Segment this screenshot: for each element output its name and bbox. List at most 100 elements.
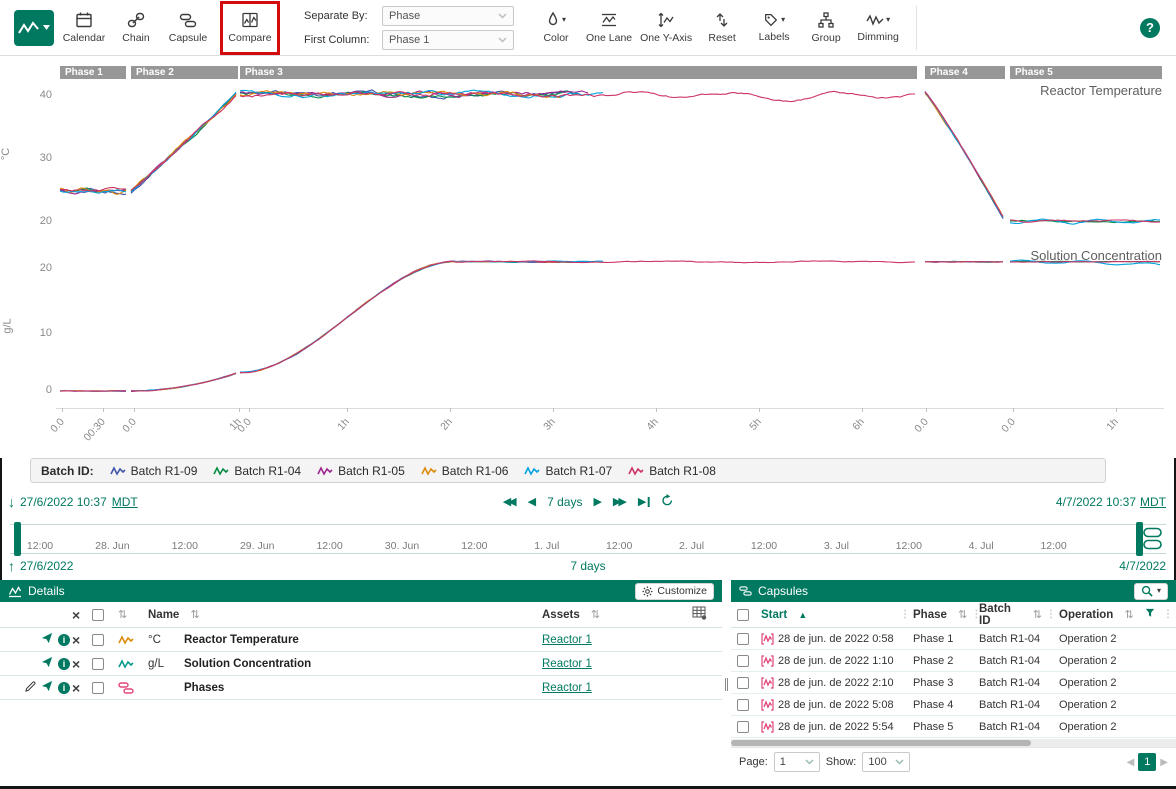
page-select[interactable]: 1 [774,752,820,772]
step-back-full-icon[interactable]: ◀◀ [503,497,514,508]
table-row[interactable]: i×°CReactor TemperatureReactor 1 [0,628,722,652]
legend-item[interactable]: Batch R1-04 [213,464,301,478]
item-unit: °C [148,634,184,646]
row-checkbox[interactable] [92,634,104,646]
one-y-axis-button[interactable]: One Y-Axis [640,5,692,51]
sort-icon[interactable]: ⇅ [1033,608,1042,621]
display-range-start[interactable]: 27/6/2022 10:37 [20,495,107,509]
sort-icon[interactable]: ⇅ [591,608,600,621]
remove-item-button[interactable]: × [72,681,80,695]
info-icon[interactable]: i [58,658,70,670]
color-button[interactable]: ▾ Color [534,5,578,51]
capsule-row[interactable]: 28 de jun. de 2022 5:08Phase 4Batch R1-0… [731,694,1176,716]
one-lane-button[interactable]: One Lane [586,5,632,51]
asset-link[interactable]: Reactor 1 [542,634,592,646]
asset-link[interactable]: Reactor 1 [542,658,592,670]
step-back-icon[interactable]: ◀ [528,497,536,508]
timeline-right-handle[interactable] [1136,522,1143,556]
show-select[interactable]: 100 [862,752,909,772]
filter-icon[interactable] [1145,608,1155,621]
labels-button[interactable]: ▾ Labels [752,5,796,51]
duration-label[interactable]: 7 days [547,495,582,509]
capsule-row[interactable]: 28 de jun. de 2022 5:54Phase 5Batch R1-0… [731,716,1176,738]
zoom-capsules-button[interactable]: ▾ [1134,583,1168,600]
customize-button[interactable]: Customize [635,583,714,600]
capsule-checkbox[interactable] [737,677,749,689]
display-range-end[interactable]: 4/7/2022 10:37 [1056,495,1136,509]
table-row[interactable]: i×g/LSolution ConcentrationReactor 1 [0,652,722,676]
first-column-dropdown[interactable]: Phase 1 [382,30,514,50]
scrollbar-thumb[interactable] [731,740,1031,746]
edit-icon[interactable] [25,681,36,695]
capsule-checkbox[interactable] [737,721,749,733]
select-all-capsules-checkbox[interactable] [737,609,749,621]
capsule-checkbox[interactable] [737,699,749,711]
calendar-button[interactable]: Calendar [62,5,106,51]
capsule-row[interactable]: 28 de jun. de 2022 2:10Phase 3Batch R1-0… [731,672,1176,694]
remove-all-button[interactable]: × [72,608,80,622]
capsule-checkbox[interactable] [737,633,749,645]
sort-icon[interactable]: ⇅ [1125,608,1134,621]
investigate-range-down-icon[interactable]: ↓ [8,495,15,509]
chain-button[interactable]: Chain [114,5,158,51]
sort-icon[interactable]: ⇅ [118,608,127,621]
send-icon[interactable] [41,632,53,647]
capsule-row[interactable]: 28 de jun. de 2022 1:10Phase 2Batch R1-0… [731,650,1176,672]
prev-page-icon[interactable]: ◀ [1127,757,1135,768]
info-icon[interactable]: i [58,634,70,646]
current-page-button[interactable]: 1 [1138,753,1156,771]
legend-item[interactable]: Batch R1-06 [421,464,509,478]
signal-style-icon [110,465,126,477]
step-to-end-icon[interactable]: ▶ [638,497,649,508]
timezone-end[interactable]: MDT [1140,495,1166,509]
info-icon[interactable]: i [58,682,70,694]
investigate-range-up-icon[interactable]: ↑ [8,559,15,573]
name-header[interactable]: Name [148,609,179,621]
capsule-checkbox[interactable] [737,655,749,667]
row-checkbox[interactable] [92,658,104,670]
table-row[interactable]: i×PhasesReactor 1 [0,676,722,700]
step-forward-icon[interactable]: ▶ [593,497,601,508]
asset-link[interactable]: Reactor 1 [542,682,592,694]
column-settings-icon[interactable] [692,606,707,623]
column-menu-icon[interactable]: ⋮ [900,609,910,620]
column-menu-icon[interactable]: ⋮ [1163,609,1173,620]
capsule-button[interactable]: Capsule [166,5,210,51]
panel-resize-handle[interactable] [722,580,731,789]
legend-item[interactable]: Batch R1-08 [628,464,716,478]
remove-item-button[interactable]: × [72,657,80,671]
capsule-time-icon[interactable] [1143,527,1163,556]
assets-header[interactable]: Assets [542,609,580,621]
trend-chart[interactable]: Phase 1 Phase 2 Phase 3 Phase 4 Phase 5 … [0,56,1176,458]
row-checkbox[interactable] [92,682,104,694]
phase-header[interactable]: Phase [913,609,947,621]
help-button[interactable]: ? [1140,18,1160,38]
sort-ascending-icon[interactable]: ▲ [798,610,807,620]
start-header[interactable]: Start [761,609,787,621]
separate-by-dropdown[interactable]: Phase [382,6,514,26]
next-page-icon[interactable]: ▶ [1160,757,1168,768]
legend-item[interactable]: Batch R1-07 [524,464,612,478]
sort-icon[interactable]: ⇅ [958,608,967,621]
send-icon[interactable] [41,656,53,671]
remove-item-button[interactable]: × [72,633,80,647]
refresh-icon[interactable] [660,494,673,510]
reset-button[interactable]: Reset [700,5,744,51]
compare-button[interactable]: Compare [228,5,272,51]
operation-header[interactable]: Operation [1059,609,1113,621]
group-button[interactable]: Group [804,5,848,51]
batch-id-header[interactable]: Batch ID [979,603,1022,627]
timeline-left-handle[interactable] [14,522,21,556]
horizontal-scrollbar[interactable] [731,739,1176,747]
step-forward-full-icon[interactable]: ▶▶ [613,497,624,508]
column-menu-icon[interactable]: ⋮ [1046,609,1056,620]
send-icon[interactable] [41,680,53,695]
dimming-button[interactable]: ▾ Dimming [856,5,900,51]
select-all-checkbox[interactable] [92,609,104,621]
capsule-row[interactable]: 28 de jun. de 2022 0:58Phase 1Batch R1-0… [731,628,1176,650]
workbench-trend-button[interactable] [14,10,54,46]
legend-item[interactable]: Batch R1-05 [317,464,405,478]
sort-icon[interactable]: ⇅ [191,608,200,621]
legend-item[interactable]: Batch R1-09 [110,464,198,478]
timezone-start[interactable]: MDT [112,495,138,509]
